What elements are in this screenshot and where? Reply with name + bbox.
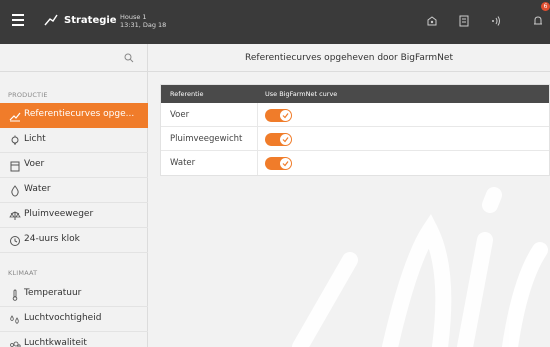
search-icon[interactable] xyxy=(124,53,134,63)
sidebar-item-water[interactable]: Water xyxy=(0,178,148,203)
house-name: House 1 xyxy=(120,13,147,21)
alarm-icon[interactable] xyxy=(426,15,438,27)
toggle-pluimveegewicht-bigfarmnet[interactable] xyxy=(265,133,292,146)
sidebar-item-pluimveeweger[interactable]: Pluimveeweger xyxy=(0,203,148,228)
notifications-icon[interactable] xyxy=(532,15,544,27)
sidebar-search[interactable] xyxy=(0,44,148,72)
light-bulb-icon xyxy=(11,135,19,145)
humidity-icon xyxy=(10,315,19,324)
section-klimaat: KLIMAAT xyxy=(8,269,38,277)
sidebar-item-referentiecurves[interactable]: Referentiecurves opge... xyxy=(0,103,148,128)
signal-icon[interactable] xyxy=(490,15,502,27)
notification-badge: 6 xyxy=(541,2,550,11)
table-header: Referentie Use BigFarmNet curve xyxy=(161,85,549,103)
column-divider xyxy=(257,127,258,151)
sidebar-item-temperatuur[interactable]: Temperatuur xyxy=(0,282,148,307)
row-label: Voer xyxy=(170,110,190,120)
section-productie: PRODUCTIE xyxy=(8,91,48,99)
reference-curves-table: Referentie Use BigFarmNet curve Voer Plu… xyxy=(160,84,550,176)
water-drop-icon xyxy=(11,185,19,197)
air-quality-icon xyxy=(10,341,21,347)
table-row-pluimveegewicht: Pluimveegewicht xyxy=(161,127,549,151)
feed-icon xyxy=(10,161,20,172)
check-icon xyxy=(282,161,289,167)
top-bar: Strategie House 1 13:31, Dag 18 6 xyxy=(0,0,550,44)
clock-icon xyxy=(10,236,20,246)
toggle-water-bigfarmnet[interactable] xyxy=(265,157,292,170)
sidebar-item-voer[interactable]: Voer xyxy=(0,153,148,178)
sidebar-item-label: Referentiecurves opge... xyxy=(24,109,135,119)
sidebar-item-label: Water xyxy=(24,184,51,194)
check-icon xyxy=(282,113,289,119)
column-header-use-bigfarmnet: Use BigFarmNet curve xyxy=(265,90,338,98)
check-icon xyxy=(282,137,289,143)
scale-icon xyxy=(9,211,21,220)
column-divider xyxy=(257,151,258,175)
row-label: Water xyxy=(170,158,196,168)
chart-line-icon xyxy=(44,14,58,26)
thermometer-icon xyxy=(12,289,18,301)
house-info: House 1 13:31, Dag 18 xyxy=(120,13,166,29)
sidebar-item-label: Luchtkwaliteit xyxy=(24,338,87,347)
sidebar-item-label: Voer xyxy=(24,159,45,169)
toggle-knob xyxy=(280,158,291,169)
toggle-knob xyxy=(280,110,291,121)
page-header: Referentiecurves opgeheven door BigFarmN… xyxy=(148,44,550,72)
row-label: Pluimveegewicht xyxy=(170,134,243,144)
app-title: Strategie xyxy=(64,15,117,26)
page-title: Referentiecurves opgeheven door BigFarmN… xyxy=(245,53,453,63)
hamburger-menu-icon[interactable] xyxy=(12,14,24,26)
sidebar-item-label: Temperatuur xyxy=(24,288,82,298)
sidebar-item-label: 24-uurs klok xyxy=(24,234,80,244)
chart-line-icon xyxy=(9,112,21,122)
sidebar-item-label: Luchtvochtigheid xyxy=(24,313,102,323)
sidebar-item-licht[interactable]: Licht xyxy=(0,128,148,153)
sidebar-item-24-uurs-klok[interactable]: 24-uurs klok xyxy=(0,228,148,253)
sidebar-item-luchtkwaliteit[interactable]: Luchtkwaliteit xyxy=(0,332,148,347)
table-row-voer: Voer xyxy=(161,103,549,127)
toggle-knob xyxy=(280,134,291,145)
sidebar-item-luchtvochtigheid[interactable]: Luchtvochtigheid xyxy=(0,307,148,332)
toggle-voer-bigfarmnet[interactable] xyxy=(265,109,292,122)
document-icon[interactable] xyxy=(458,15,470,27)
sidebar-item-label: Licht xyxy=(24,134,46,144)
sidebar-item-label: Pluimveeweger xyxy=(24,209,94,219)
column-divider xyxy=(257,103,258,127)
table-row-water: Water xyxy=(161,151,549,175)
sidebar: PRODUCTIE Referentiecurves opge... Licht… xyxy=(0,44,148,347)
header-datetime: 13:31, Dag 18 xyxy=(120,21,167,29)
column-header-referentie: Referentie xyxy=(170,90,204,98)
